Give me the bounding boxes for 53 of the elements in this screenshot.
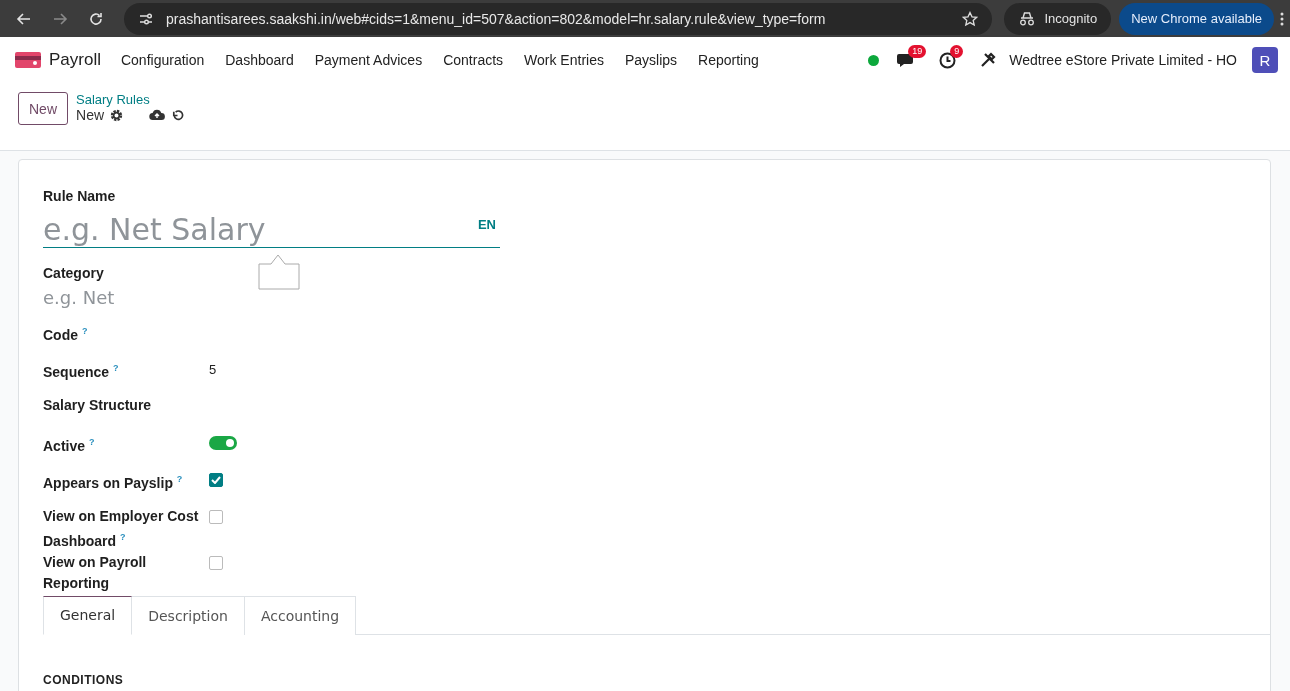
popover-box	[258, 254, 300, 290]
update-chrome-button[interactable]: New Chrome available	[1119, 2, 1274, 35]
field-label: Rule Name	[43, 187, 117, 206]
menu-item[interactable]: Work Entries	[524, 52, 604, 68]
tools-icon[interactable]	[980, 52, 997, 68]
back-icon[interactable]	[16, 10, 32, 27]
menu-item[interactable]: Configuration	[120, 52, 205, 68]
field-label: Appears on Payslip $^{?}$	[43, 474, 183, 491]
form-tab[interactable]: Accounting	[244, 595, 357, 635]
section-title: CONDITIONS	[43, 672, 125, 687]
payroll-app-icon[interactable]	[15, 51, 41, 69]
checkbox[interactable]	[209, 555, 223, 570]
form-tab[interactable]: Description	[132, 595, 245, 635]
field-label: Category	[43, 265, 104, 281]
more-icon[interactable]	[1280, 11, 1284, 26]
field-label: Sequence $^{?}$	[43, 363, 119, 380]
forward-icon[interactable]	[52, 10, 68, 27]
field-label: Code $^{?}$	[43, 326, 88, 343]
message-count-badge: 19	[908, 45, 927, 58]
reload-icon[interactable]	[88, 10, 104, 27]
record-name: New	[76, 107, 105, 123]
undo-icon[interactable]	[171, 108, 185, 122]
site-settings-icon[interactable]	[138, 11, 154, 26]
field-label: View on Payroll Reporting	[43, 553, 147, 591]
checkbox[interactable]	[209, 473, 223, 487]
breadcrumb-link[interactable]: Salary Rules	[76, 92, 185, 107]
language-button[interactable]: EN	[477, 217, 496, 232]
field-label: View on Employer Cost Dashboard $^{?}$	[43, 508, 199, 549]
new-button[interactable]: New	[18, 92, 68, 125]
incognito-icon	[1018, 11, 1037, 26]
menu-item[interactable]: Contracts	[443, 52, 504, 68]
rule-name-field[interactable]: e.g. Net Salary EN	[43, 211, 500, 248]
gear-icon[interactable]	[110, 108, 124, 122]
form-tab[interactable]: General	[43, 595, 133, 635]
menu-item[interactable]: Payslips	[624, 52, 678, 68]
field-value[interactable]: 5	[209, 362, 217, 377]
field-label: Active $^{?}$	[43, 437, 95, 454]
user-avatar[interactable]: R	[1252, 47, 1278, 73]
menu-item[interactable]: Reporting	[698, 52, 759, 68]
star-icon[interactable]	[962, 10, 979, 27]
incognito-indicator[interactable]: Incognito	[1004, 2, 1112, 35]
activity-count-badge: 9	[950, 44, 964, 58]
menu-item[interactable]: Payment Advices	[314, 52, 423, 68]
status-dot	[868, 54, 880, 66]
checkbox[interactable]	[209, 510, 223, 524]
menu-item[interactable]: Dashboard	[225, 52, 294, 68]
address-bar[interactable]: prashantisarees.saakshi.in/web#cids=1&menu_id=507&action=802&model=hr.salary.rule&view_type=form	[124, 2, 993, 35]
company-switcher[interactable]: Wedtree eStore Private Limited - HO	[1009, 52, 1237, 68]
chat-icon[interactable]	[897, 52, 916, 68]
toggle-switch[interactable]	[209, 436, 237, 450]
field-label: Salary Structure	[43, 397, 152, 413]
app-name[interactable]: Payroll	[49, 50, 101, 70]
cloud-upload-icon[interactable]	[149, 109, 166, 121]
